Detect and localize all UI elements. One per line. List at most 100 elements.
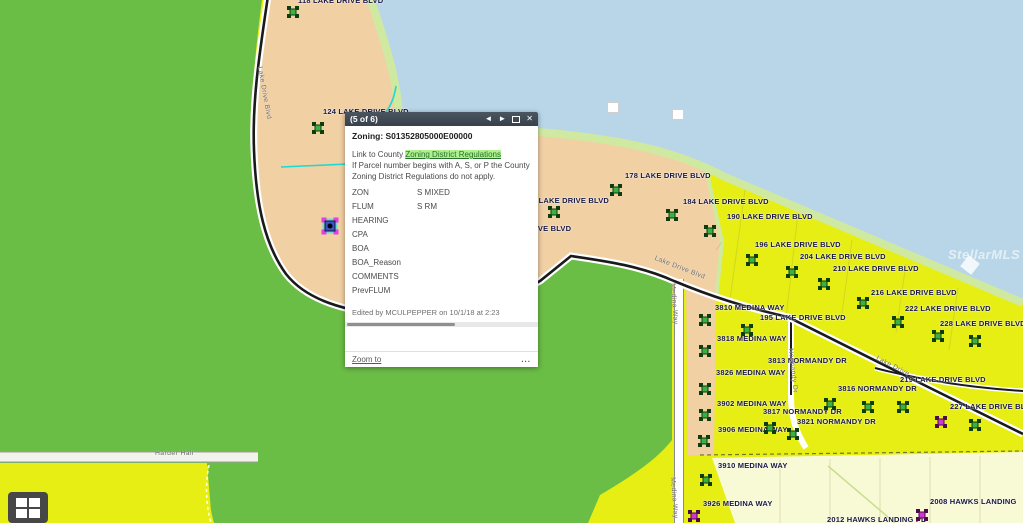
address-label: 118 LAKE DRIVE BLVD [298,0,383,5]
address-label: 3813 NORMANDY DR [768,356,847,365]
address-label: 3821 NORMANDY DR [797,417,876,426]
address-label: 3906 MEDINA WAY [718,425,788,434]
selected-point-marker[interactable] [325,221,336,232]
parcel-marker-magenta-icon[interactable] [938,419,945,426]
field-row: BOA [352,243,531,257]
field-row: COMMENTS [352,271,531,285]
address-label: 3817 NORMANDY DR [763,407,842,416]
parcel-marker-icon[interactable] [789,269,796,276]
parcel-marker-icon[interactable] [702,412,709,419]
address-label: 210 LAKE DRIVE BLVD [833,264,919,273]
parcel-marker-icon[interactable] [749,257,756,264]
field-row: HEARING [352,215,531,229]
dock-square [672,109,684,120]
parcel-marker-magenta-icon[interactable] [691,513,698,520]
address-label: 3926 MEDINA WAY [703,499,773,508]
field-value: S MIXED [417,187,450,201]
parcel-marker-icon[interactable] [790,431,797,438]
address-label: 222 LAKE DRIVE BLVD [905,304,991,313]
selected-point-dot [328,224,333,229]
address-label: 178 LAKE DRIVE BLVD [625,171,711,180]
parcel-marker-icon[interactable] [702,348,709,355]
apps-grid-button[interactable] [8,492,48,523]
popup-page-indicator: (5 of 6) [350,114,378,124]
parcel-marker-icon[interactable] [935,333,942,340]
attribute-fields: ZONS MIXEDFLUMS RMHEARINGCPABOABOA_Reaso… [352,187,531,299]
address-label: 3810 MEDINA WAY [715,303,785,312]
popup-horizontal-scrollbar[interactable] [345,322,538,327]
popup-paragraph: If Parcel number begins with A, S, or P … [352,160,531,182]
parcel-marker-icon[interactable] [707,228,714,235]
parcel-marker-icon[interactable] [900,404,907,411]
more-options-button[interactable]: ... [521,355,531,364]
address-label: 196 LAKE DRIVE BLVD [755,240,841,249]
dock-square [607,102,619,113]
edited-note: Edited by MCULPEPPER on 10/1/18 at 2:23 [352,308,531,319]
stellar-mls-watermark: StellarMLS [948,247,1020,262]
address-label: 3818 MEDINA WAY [717,334,787,343]
field-label: ZON [352,187,417,201]
address-label: 219 LAKE DRIVE BLVD [900,375,986,384]
parcel-marker-icon[interactable] [702,317,709,324]
link-prefix: Link to County [352,150,405,159]
address-label: 228 LAKE DRIVE BLVD [940,319,1023,328]
field-row: BOA_Reason [352,257,531,271]
field-label: COMMENTS [352,271,417,285]
field-label: HEARING [352,215,417,229]
field-row: ZONS MIXED [352,187,531,201]
parcel-marker-icon[interactable] [315,125,322,132]
address-label: 195 LAKE DRIVE BLVD [760,313,846,322]
address-label: 2012 HAWKS LANDING PL [827,515,926,523]
scrollbar-thumb[interactable] [347,323,455,326]
maximize-icon[interactable] [512,116,520,123]
address-label: 204 LAKE DRIVE BLVD [800,252,886,261]
address-label: 184 LAKE DRIVE BLVD [683,197,769,206]
popup-body: Zoning: S01352805000E00000 Link to Count… [345,126,538,351]
address-label: 227 LAKE DRIVE BLVD [950,402,1023,411]
zoning-regulations-link[interactable]: Zoning District Regulations [405,150,501,159]
zoom-to-link[interactable]: Zoom to [352,355,381,364]
parcel-marker-icon[interactable] [767,425,774,432]
address-label: 3816 NORMANDY DR [838,384,917,393]
address-label: 4 LAKE DRIVE BLVD [532,196,609,205]
parcel-marker-icon[interactable] [290,9,297,16]
parcel-marker-icon[interactable] [895,319,902,326]
field-label: BOA [352,243,417,257]
parcel-marker-icon[interactable] [827,401,834,408]
field-label: FLUM [352,201,417,215]
field-row: CPA [352,229,531,243]
address-label: 190 LAKE DRIVE BLVD [727,212,813,221]
parcel-marker-icon[interactable] [703,477,710,484]
next-feature-icon[interactable]: ► [498,115,506,123]
popup-footer: Zoom to ... [345,351,538,367]
parcel-marker-icon[interactable] [744,327,751,334]
field-row: FLUMS RM [352,201,531,215]
prev-feature-icon[interactable]: ◄ [484,115,492,123]
field-label: CPA [352,229,417,243]
grid-icon [16,498,40,518]
close-icon[interactable]: ✕ [526,115,533,123]
parcel-marker-icon[interactable] [551,209,558,216]
parcel-marker-icon[interactable] [701,438,708,445]
parcel-marker-icon[interactable] [613,187,620,194]
popup-header[interactable]: (5 of 6) ◄ ► ✕ [345,112,538,126]
field-row: PrevFLUM [352,285,531,299]
parcel-marker-icon[interactable] [702,386,709,393]
parcel-marker-icon[interactable] [860,300,867,307]
parcel-marker-icon[interactable] [821,281,828,288]
feature-popup: (5 of 6) ◄ ► ✕ Zoning: S01352805000E0000… [345,112,538,367]
address-label: 2008 HAWKS LANDING [930,497,1017,506]
field-label: BOA_Reason [352,257,417,271]
parcel-marker-icon[interactable] [972,338,979,345]
popup-link-line: Link to County Zoning District Regulatio… [352,149,531,160]
parcel-marker-magenta-icon[interactable] [919,512,926,519]
popup-title: Zoning: S01352805000E00000 [352,131,531,143]
map-canvas[interactable]: StellarMLS 118 LAKE DRIVE BLVD124 LAKE D… [0,0,1023,523]
address-label: 3826 MEDINA WAY [716,368,786,377]
address-label: 216 LAKE DRIVE BLVD [871,288,957,297]
address-label: 3910 MEDINA WAY [718,461,788,470]
parcel-marker-icon[interactable] [865,404,872,411]
parcel-marker-icon[interactable] [972,422,979,429]
parcel-marker-icon[interactable] [669,212,676,219]
field-value: S RM [417,201,437,215]
